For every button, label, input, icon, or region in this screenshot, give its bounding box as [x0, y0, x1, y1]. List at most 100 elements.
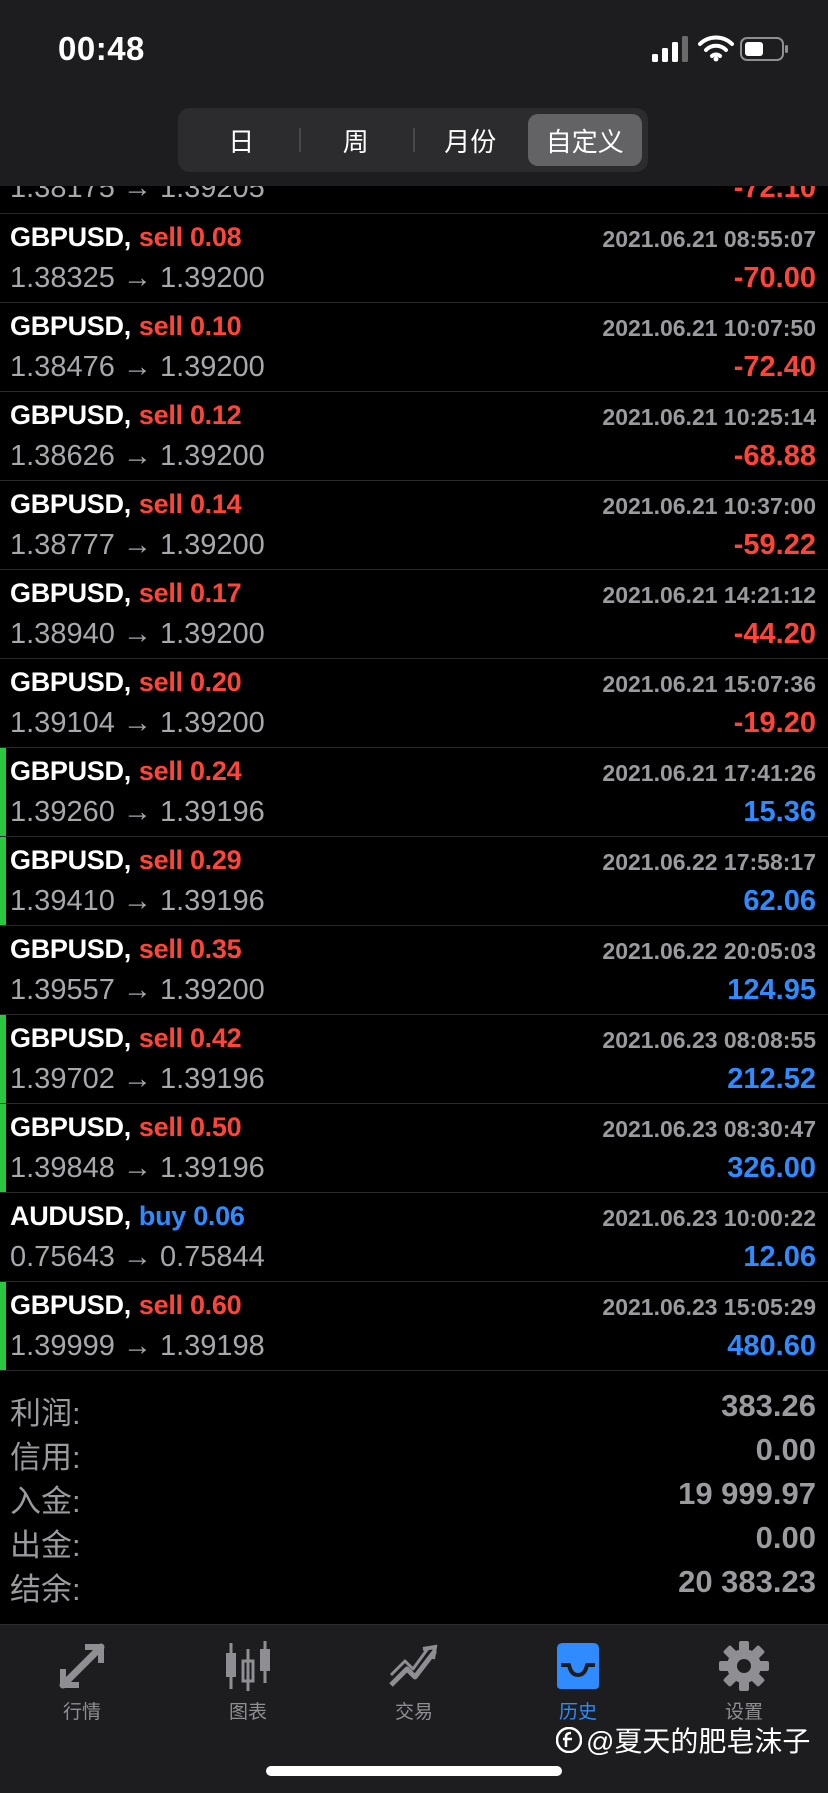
deal-prices: 1.39260 → 1.39196 [10, 796, 265, 828]
status-bar: 00:48 [0, 0, 828, 100]
deal-prices: 1.39848 → 1.39196 [10, 1152, 265, 1184]
deal-row[interactable]: GBPUSD, sell 0.12 2021.06.21 10:25:14 1.386… [0, 392, 828, 481]
deal-datetime: 2021.06.23 08:08:55 [602, 1027, 816, 1053]
deal-symbol-name: GBPUSD, [10, 1112, 131, 1142]
deal-profit: 212.52 [727, 1063, 816, 1095]
tab-history[interactable]: 历史 [518, 1639, 638, 1729]
deal-row[interactable]: GBPUSD, sell 0.24 2021.06.21 17:41:26 1.392… [0, 748, 828, 837]
deal-symbol-name: GBPUSD, [10, 222, 131, 252]
deal-side-volume: sell 0.35 [138, 934, 242, 964]
tab-label: 行情 [62, 1702, 101, 1723]
deal-prices: 1.39702 → 1.39196 [10, 1063, 265, 1095]
summary-profit: 利润: 383.26 [0, 1386, 828, 1431]
deal-row[interactable]: GBPUSD, sell 0.42 2021.06.23 08:08:55 1.397… [0, 1015, 828, 1104]
profit-marker [0, 1193, 6, 1281]
segment-week[interactable]: 周 [298, 114, 414, 166]
summary-value: 0.00 [755, 1432, 816, 1467]
deal-profit: 326.00 [727, 1152, 816, 1184]
tab-quotes[interactable]: 行情 [22, 1639, 142, 1729]
deal-side-volume: sell 0.42 [138, 1023, 242, 1053]
segment-custom[interactable]: 自定义 [527, 114, 642, 166]
deal-row[interactable]: GBPUSD, sell 0.08 2021.06.21 08:55:07 1.383… [0, 214, 828, 303]
tab-label: 交易 [394, 1702, 433, 1723]
summary-value: 0.00 [755, 1520, 816, 1555]
wifi-icon [698, 35, 734, 62]
segment-month[interactable]: 月份 [413, 114, 528, 166]
tab-label: 图表 [228, 1702, 267, 1723]
summary-credit: 信用: 0.00 [0, 1430, 828, 1475]
deal-prices: 1.38325 → 1.39200 [10, 262, 265, 294]
deal-datetime: 2021.06.23 15:05:29 [602, 1294, 816, 1320]
deal-row[interactable]: GBPUSD, sell 0.10 2021.06.21 10:07:50 1.384… [0, 303, 828, 392]
history-deal-list: 1.38175 → 1.39205 -72.10 GBPUSD, sell 0.0… [0, 186, 828, 1371]
profit-marker [0, 659, 6, 747]
profit-marker [0, 570, 6, 658]
deal-datetime: 2021.06.22 17:58:17 [602, 849, 816, 875]
deal-prices: 1.39104 → 1.39200 [10, 707, 265, 739]
profit-marker [0, 392, 6, 480]
profit-marker [0, 1015, 6, 1103]
account-summary: 利润: 383.26 信用: 0.00 入金: 19 999.97 出金: 0.… [0, 1386, 828, 1607]
deal-profit: -72.40 [733, 351, 816, 383]
deal-prices: 0.75643 → 0.75844 [10, 1241, 265, 1273]
deal-profit: -72.10 [733, 186, 816, 204]
deal-symbol: GBPUSD, sell 0.50 [10, 1112, 242, 1143]
deal-profit: 62.06 [743, 885, 816, 917]
deal-datetime: 2021.06.21 14:21:12 [602, 582, 816, 608]
deal-datetime: 2021.06.21 08:55:07 [602, 226, 816, 252]
summary-label: 出金: [10, 1528, 81, 1563]
tab-trade[interactable]: 交易 [354, 1639, 474, 1729]
summary-label: 结余: [10, 1572, 81, 1607]
deal-side-volume: sell 0.12 [138, 400, 242, 430]
deal-symbol: GBPUSD, sell 0.42 [10, 1023, 242, 1054]
deal-symbol-name: GBPUSD, [10, 845, 131, 875]
deal-row[interactable]: GBPUSD, sell 0.35 2021.06.22 20:05:03 1.395… [0, 926, 828, 1015]
deal-datetime: 2021.06.23 10:00:22 [602, 1205, 816, 1231]
deal-symbol-name: GBPUSD, [10, 311, 131, 341]
tab-charts[interactable]: 图表 [188, 1639, 308, 1729]
deal-symbol-name: AUDUSD, [10, 1201, 131, 1231]
deal-row[interactable]: GBPUSD, sell 0.20 2021.06.21 15:07:36 1.391… [0, 659, 828, 748]
deal-profit: 15.36 [743, 796, 816, 828]
deal-row[interactable]: GBPUSD, sell 0.50 2021.06.23 08:30:47 1.398… [0, 1104, 828, 1193]
deal-datetime: 2021.06.21 10:07:50 [602, 315, 816, 341]
segment-day[interactable]: 日 [184, 114, 299, 166]
deal-row[interactable]: GBPUSD, sell 0.17 2021.06.21 14:21:12 1.389… [0, 570, 828, 659]
deal-profit: 480.60 [727, 1330, 816, 1362]
deal-profit: -44.20 [733, 618, 816, 650]
summary-label: 利润: [10, 1396, 81, 1431]
deal-profit: -70.00 [733, 262, 816, 294]
deal-symbol-name: GBPUSD, [10, 667, 131, 697]
cellular-signal-icon [652, 36, 688, 62]
profit-marker [0, 748, 6, 836]
deal-symbol: GBPUSD, sell 0.10 [10, 311, 242, 342]
watermark-text: @夏天的肥皂沫子 [586, 1726, 811, 1757]
deal-row[interactable]: GBPUSD, sell 0.60 2021.06.23 15:05:29 1.399… [0, 1282, 828, 1371]
deal-datetime: 2021.06.21 10:25:14 [602, 404, 816, 430]
deal-symbol: GBPUSD, sell 0.12 [10, 400, 242, 431]
deal-symbol: GBPUSD, sell 0.60 [10, 1290, 242, 1321]
watermark: @夏天的肥皂沫子 [556, 1720, 810, 1760]
deal-row-partial[interactable]: 1.38175 → 1.39205 -72.10 [0, 186, 828, 214]
deal-side-volume: sell 0.24 [138, 756, 242, 786]
deal-profit: -68.88 [733, 440, 816, 472]
deal-prices: 1.38175 → 1.39205 [10, 186, 265, 204]
deal-row[interactable]: GBPUSD, sell 0.29 2021.06.22 17:58:17 1.394… [0, 837, 828, 926]
deal-symbol-name: GBPUSD, [10, 934, 131, 964]
profit-marker [0, 1104, 6, 1192]
home-indicator[interactable] [266, 1766, 562, 1776]
deal-prices: 1.39410 → 1.39196 [10, 885, 265, 917]
deal-symbol: GBPUSD, sell 0.20 [10, 667, 242, 698]
deal-row[interactable]: AUDUSD, buy 0.06 2021.06.23 10:00:22 0.7564… [0, 1193, 828, 1282]
deal-datetime: 2021.06.21 10:37:00 [602, 493, 816, 519]
deal-symbol: GBPUSD, sell 0.14 [10, 489, 242, 520]
tab-settings[interactable]: 设置 [684, 1639, 804, 1729]
deal-row[interactable]: GBPUSD, sell 0.14 2021.06.21 10:37:00 1.387… [0, 481, 828, 570]
summary-withdrawal: 出金: 0.00 [0, 1518, 828, 1563]
weibo-logo-icon [556, 1727, 582, 1753]
deal-side-volume: sell 0.60 [138, 1290, 242, 1320]
summary-value: 19 999.97 [678, 1476, 816, 1511]
deal-symbol: GBPUSD, sell 0.35 [10, 934, 242, 965]
gear-icon [719, 1641, 769, 1691]
status-time: 00:48 [58, 30, 145, 67]
